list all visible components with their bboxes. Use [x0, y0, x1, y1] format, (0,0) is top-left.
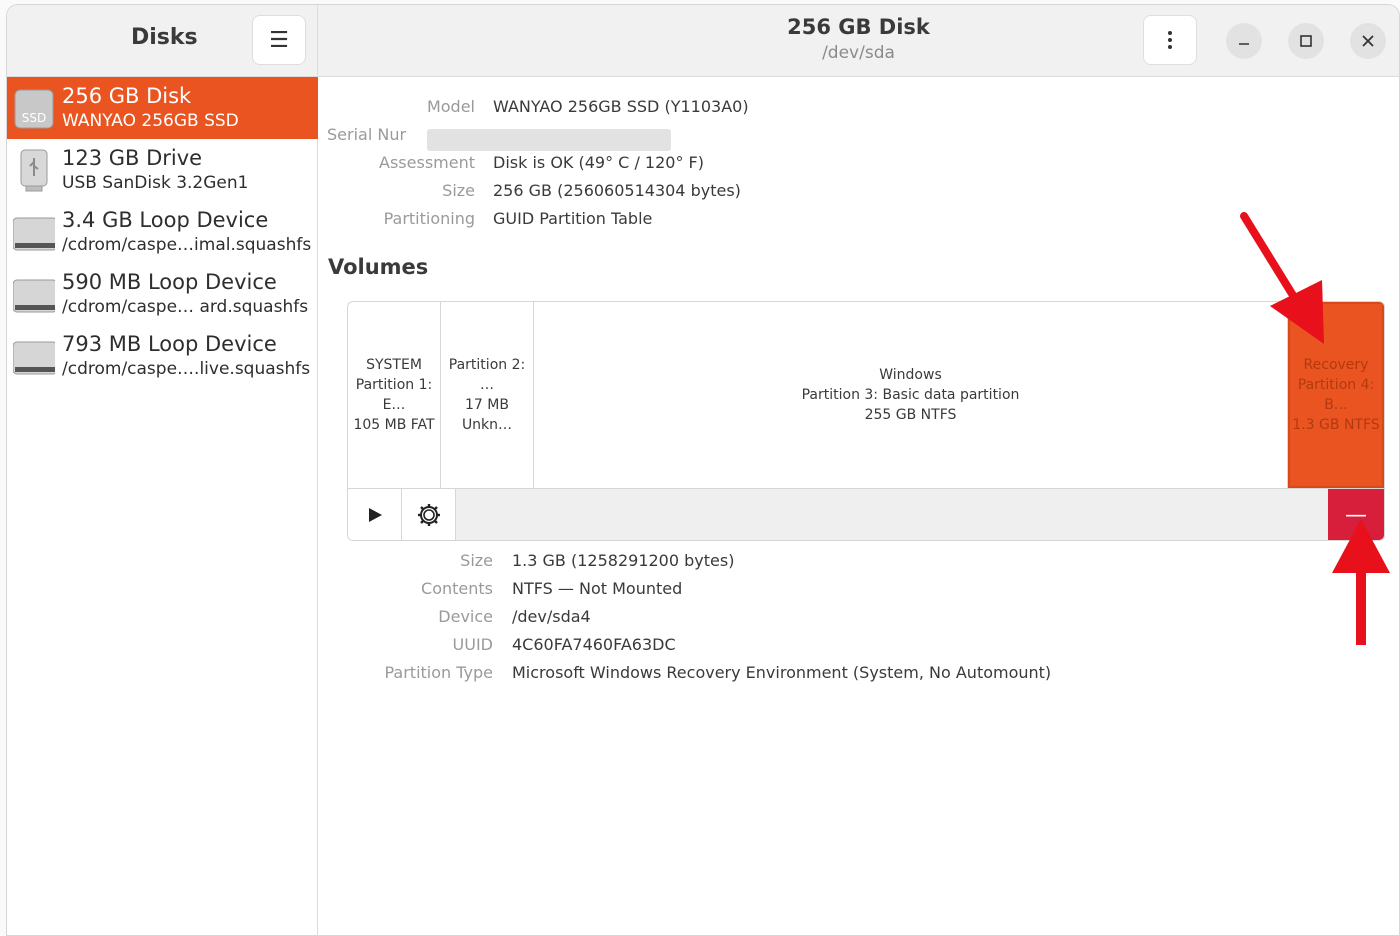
play-icon — [368, 508, 382, 522]
drive-name: 123 GB Drive — [62, 146, 203, 170]
drive-name: 590 MB Loop Device — [62, 270, 277, 294]
partition-3[interactable]: Windows Partition 3: Basic data partitio… — [534, 302, 1288, 488]
disk-options-button[interactable] — [1143, 15, 1197, 65]
drive-item-590mb-loop[interactable]: 590 MB Loop Device /cdrom/caspe… ard.squ… — [7, 263, 318, 325]
drive-item-3-4gb-loop[interactable]: 3.4 GB Loop Device /cdrom/caspe…imal.squ… — [7, 201, 318, 263]
minimize-button[interactable] — [1226, 23, 1262, 59]
drive-subtitle: /cdrom/caspe…imal.squashfs — [62, 235, 312, 255]
mount-button[interactable] — [348, 489, 402, 540]
model-label: Model — [426, 97, 475, 116]
uuid-value: 4C60FA7460FA63DC — [512, 635, 676, 654]
drive-subtitle: WANYAO 256GB SSD — [62, 111, 239, 131]
contents-label: Contents — [421, 579, 493, 598]
loop-device-icon — [13, 279, 55, 313]
hamburger-icon: ☰ — [269, 27, 289, 53]
device-value: /dev/sda4 — [512, 607, 591, 626]
partition-2[interactable]: Partition 2: … 17 MB Unkn… — [441, 302, 534, 488]
contents-value: NTFS — Not Mounted — [512, 579, 683, 598]
loop-device-icon — [13, 217, 55, 251]
annotation-arrow-up — [1332, 519, 1390, 645]
partition-type-value: Microsoft Windows Recovery Environment (… — [512, 663, 1052, 682]
disks-window: Disks ☰ SSD 256 GB Disk WANYAO 256GB SSD — [6, 4, 1400, 936]
serial-label: Serial Nur — [327, 125, 407, 144]
minimize-icon — [1239, 43, 1249, 45]
close-button[interactable] — [1350, 23, 1386, 59]
drive-name: 3.4 GB Loop Device — [62, 208, 269, 232]
serial-number-redaction — [427, 129, 671, 151]
close-icon — [1362, 35, 1374, 47]
usb-drive-icon — [20, 149, 48, 192]
volume-toolbar: — — [348, 488, 1384, 540]
main-header: 256 GB Disk /dev/sda — [318, 5, 1399, 77]
assessment-label: Assessment — [379, 153, 475, 172]
device-label: Device — [438, 607, 493, 626]
svg-text:SSD: SSD — [22, 111, 46, 125]
ssd-icon: SSD — [14, 89, 54, 129]
maximize-button[interactable] — [1288, 23, 1324, 59]
assessment-value: Disk is OK (49° C / 120° F) — [493, 153, 704, 172]
partitioning-value: GUID Partition Table — [493, 209, 653, 228]
maximize-icon — [1300, 35, 1312, 47]
partition-type-label: Partition Type — [384, 663, 493, 682]
drive-name: 793 MB Loop Device — [62, 332, 277, 356]
app-title: Disks — [131, 25, 198, 50]
uuid-label: UUID — [452, 635, 493, 654]
partition-size-value: 1.3 GB (1258291200 bytes) — [512, 551, 735, 570]
drive-item-793mb-loop[interactable]: 793 MB Loop Device /cdrom/caspe….live.sq… — [7, 325, 318, 387]
drive-subtitle: USB SanDisk 3.2Gen1 — [62, 173, 249, 193]
annotation-arrow-down — [1240, 212, 1324, 344]
sidebar-header: Disks ☰ — [7, 5, 317, 77]
partition-options-button[interactable] — [402, 489, 456, 540]
disk-size-value: 256 GB (256060514304 bytes) — [493, 181, 741, 200]
model-value: WANYAO 256GB SSD (Y1103A0) — [493, 97, 749, 116]
drive-subtitle: /cdrom/caspe….live.squashfs — [62, 359, 311, 379]
hamburger-menu-button[interactable]: ☰ — [252, 15, 306, 65]
partitioning-label: Partitioning — [383, 209, 475, 228]
loop-device-icon — [13, 341, 55, 375]
kebab-menu-icon — [1168, 31, 1172, 49]
gear-icon — [417, 504, 440, 526]
drive-name: 256 GB Disk — [62, 84, 192, 108]
drive-subtitle: /cdrom/caspe… ard.squashfs — [62, 297, 309, 317]
drive-item-256gb-disk[interactable]: SSD 256 GB Disk WANYAO 256GB SSD — [7, 77, 318, 139]
drive-item-123gb-drive[interactable]: 123 GB Drive USB SanDisk 3.2Gen1 — [7, 139, 318, 201]
volumes-heading: Volumes — [328, 255, 429, 279]
disk-size-label: Size — [442, 181, 475, 200]
partition-1[interactable]: SYSTEM Partition 1: E… 105 MB FAT — [348, 302, 441, 488]
sidebar: Disks ☰ SSD 256 GB Disk WANYAO 256GB SSD — [7, 5, 318, 935]
partition-size-label: Size — [460, 551, 493, 570]
